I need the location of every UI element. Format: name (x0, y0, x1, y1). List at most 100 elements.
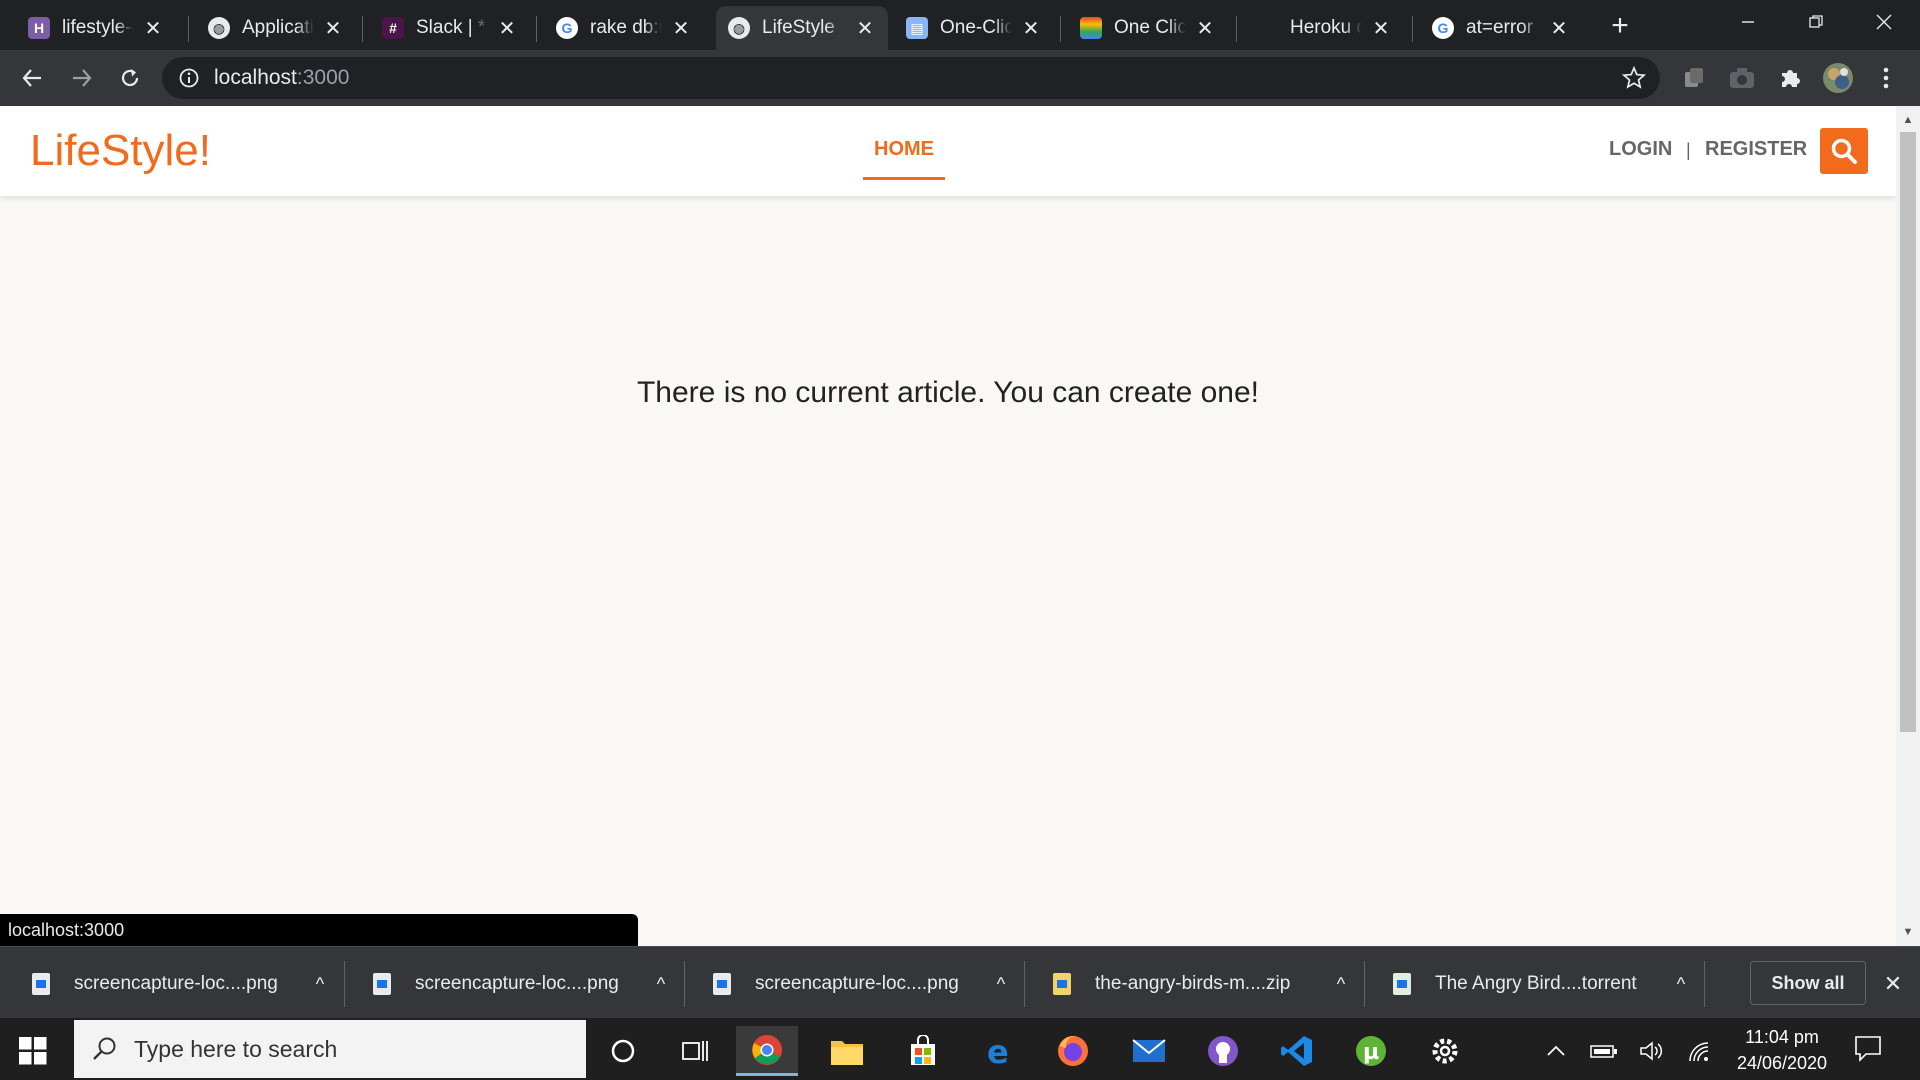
close-icon[interactable]: ✕ (1194, 17, 1216, 40)
taskbar-github-desktop[interactable] (1192, 1026, 1254, 1076)
chevron-up-icon[interactable]: ^ (1329, 974, 1353, 995)
svg-text:e: e (987, 1035, 1009, 1067)
search-icon (93, 1037, 116, 1060)
tab-title: Applicatio (242, 17, 314, 38)
taskbar-vscode[interactable] (1266, 1026, 1328, 1076)
github-icon (1208, 1036, 1238, 1066)
star-icon[interactable] (1622, 66, 1646, 90)
browser-tab[interactable]: ▤ One-Click ✕ (894, 6, 1054, 50)
cortana-button[interactable] (592, 1026, 654, 1076)
scroll-down-arrow-icon[interactable]: ▼ (1896, 924, 1920, 940)
new-tab-button[interactable]: + (1604, 9, 1636, 42)
show-all-downloads-button[interactable]: Show all (1750, 961, 1866, 1005)
volume-indicator[interactable] (1636, 1036, 1668, 1066)
extension-button[interactable] (1678, 62, 1710, 94)
taskbar-mail[interactable] (1118, 1026, 1180, 1076)
action-center-button[interactable] (1854, 1034, 1886, 1066)
tab-title: One Click (1114, 17, 1186, 38)
forward-button[interactable] (62, 58, 102, 98)
restore-icon (1809, 15, 1823, 28)
close-icon[interactable]: ✕ (1020, 17, 1042, 40)
page-scrollbar[interactable]: ▲ ▼ (1896, 106, 1920, 946)
download-item[interactable]: screencapture-loc....png ^ (0, 959, 332, 1009)
taskbar-firefox[interactable] (1042, 1026, 1104, 1076)
browser-tab[interactable]: One Click ✕ (1068, 6, 1228, 50)
close-icon[interactable]: ✕ (322, 17, 344, 40)
taskbar-file-explorer[interactable] (816, 1026, 878, 1076)
close-icon[interactable]: ✕ (854, 17, 876, 40)
chevron-up-icon[interactable]: ^ (989, 974, 1013, 995)
url-text: localhost:3000 (214, 66, 350, 89)
nav-separator: | (1686, 140, 1691, 160)
windows-logo-icon (19, 1037, 47, 1065)
task-view-icon (682, 1041, 708, 1061)
browser-tab[interactable]: ◍ Applicatio ✕ (196, 6, 356, 50)
chevron-up-icon[interactable]: ^ (649, 974, 673, 995)
minimize-button[interactable] (1720, 6, 1776, 38)
close-window-button[interactable] (1856, 6, 1912, 38)
image-file-icon (373, 973, 391, 995)
back-button[interactable] (12, 58, 52, 98)
download-item[interactable]: The Angry Bird....torrent ^ (1361, 959, 1693, 1009)
start-button[interactable] (14, 1032, 52, 1070)
address-bar[interactable]: localhost:3000 (162, 57, 1660, 99)
close-icon[interactable]: ✕ (1370, 17, 1392, 40)
site-logo[interactable]: LifeStyle! (30, 126, 211, 176)
tab-title: lifestyle-ar (62, 17, 134, 38)
more-vert-icon (1883, 67, 1889, 89)
taskbar-chrome[interactable] (736, 1026, 798, 1076)
browser-tab[interactable]: H lifestyle-ar ✕ (16, 6, 176, 50)
browser-tab[interactable]: Heroku de ✕ (1244, 6, 1404, 50)
profile-button[interactable] (1822, 62, 1854, 94)
restore-button[interactable] (1788, 6, 1844, 38)
menu-button[interactable] (1870, 62, 1902, 94)
image-file-icon (713, 973, 731, 995)
nav-login-link[interactable]: LOGIN (1609, 138, 1672, 161)
battery-indicator[interactable] (1588, 1036, 1620, 1066)
nav-register-link[interactable]: REGISTER (1705, 138, 1807, 161)
mail-icon (1132, 1039, 1166, 1062)
browser-tab-active[interactable]: ◍ LifeStyle ✕ (716, 6, 888, 50)
utorrent-icon: µ (1356, 1036, 1386, 1066)
task-view-button[interactable] (664, 1026, 726, 1076)
taskbar-clock[interactable]: 11:04 pm 24/06/2020 (1726, 1024, 1838, 1076)
browser-tab[interactable]: G at=error c ✕ (1420, 6, 1582, 50)
taskbar-search-box[interactable]: Type here to search (74, 1020, 586, 1078)
tab-title: Slack | * fu (416, 17, 488, 38)
scroll-up-arrow-icon[interactable]: ▲ (1896, 112, 1920, 128)
extensions-button[interactable] (1774, 62, 1806, 94)
slack-icon: # (382, 17, 404, 39)
tab-title: at=error c (1466, 17, 1540, 38)
taskbar-settings[interactable] (1414, 1026, 1476, 1076)
download-file-name: The Angry Bird....torrent (1435, 973, 1637, 994)
close-icon[interactable]: ✕ (1548, 17, 1570, 40)
network-indicator[interactable] (1684, 1036, 1716, 1066)
taskbar-edge[interactable]: e (968, 1026, 1030, 1076)
chevron-up-icon[interactable]: ^ (1669, 974, 1693, 995)
close-icon[interactable]: ✕ (142, 17, 164, 40)
scrollbar-thumb[interactable] (1900, 132, 1916, 732)
chevron-up-icon[interactable]: ^ (308, 974, 332, 995)
download-item[interactable]: screencapture-loc....png ^ (341, 959, 673, 1009)
volume-icon (1640, 1041, 1663, 1061)
download-item[interactable]: screencapture-loc....png ^ (681, 959, 1013, 1009)
taskbar-utorrent[interactable]: µ (1340, 1026, 1402, 1076)
reload-button[interactable] (110, 58, 150, 98)
globe-icon: ◍ (208, 17, 230, 39)
browser-tab[interactable]: G rake db:m ✕ (544, 6, 704, 50)
taskbar-store[interactable] (892, 1026, 954, 1076)
info-icon[interactable] (178, 67, 200, 89)
search-button[interactable] (1820, 128, 1868, 174)
screenshot-extension-button[interactable] (1726, 62, 1758, 94)
tab-title: rake db:m (590, 17, 662, 38)
download-file-name: screencapture-loc....png (415, 973, 619, 994)
site-header: LifeStyle! HOME LOGIN | REGISTER (0, 106, 1896, 196)
blank-favicon (1256, 17, 1278, 39)
nav-home-link[interactable]: HOME (863, 138, 945, 180)
close-icon[interactable]: ✕ (1880, 971, 1906, 997)
show-hidden-icons-button[interactable] (1540, 1036, 1572, 1066)
close-icon[interactable]: ✕ (496, 17, 518, 40)
browser-tab[interactable]: # Slack | * fu ✕ (370, 6, 530, 50)
download-item[interactable]: the-angry-birds-m....zip ^ (1021, 959, 1353, 1009)
close-icon[interactable]: ✕ (670, 17, 692, 40)
